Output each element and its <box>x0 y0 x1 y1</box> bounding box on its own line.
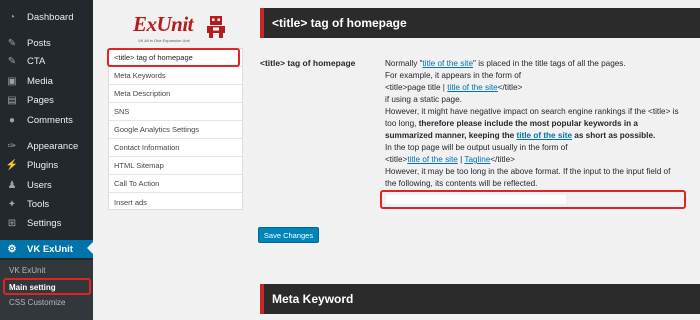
description-line: However, it might have negative impact o… <box>385 107 679 116</box>
sidebar-item-tools[interactable]: ✦ Tools <box>0 195 93 213</box>
pin-icon: ✎ <box>7 37 17 49</box>
description-line: In the top page will be output usually i… <box>385 143 568 152</box>
nav-item-insert-ads[interactable]: Insert ads <box>109 193 242 211</box>
description-line: <title>title of the site | Tagline</titl… <box>385 155 515 164</box>
description-line: <title>page title | title of the site</t… <box>385 83 523 92</box>
description-line: if using a static page. <box>385 95 462 104</box>
exunit-logo: ExUnit VK All in One Expansion Unit <box>133 12 229 46</box>
submenu-item-vk-exunit[interactable]: VK ExUnit <box>9 266 45 275</box>
section-header-title-tag: <title> tag of homepage <box>260 8 700 38</box>
brush-icon: ✑ <box>7 140 17 152</box>
media-icon: ▣ <box>7 75 17 87</box>
nav-item-contact-information[interactable]: Contact Information <box>109 139 242 157</box>
nav-item-meta-keywords[interactable]: Meta Keywords <box>109 67 242 85</box>
nav-item-sns[interactable]: SNS <box>109 103 242 121</box>
site-title-link[interactable]: title of the site <box>422 59 473 68</box>
site-title-link[interactable]: title of the site <box>407 155 458 164</box>
nav-item-google-analytics[interactable]: Google Analytics Settings <box>109 121 242 139</box>
sidebar-item-appearance[interactable]: ✑ Appearance <box>0 137 93 155</box>
settings-icon: ⊞ <box>7 217 17 229</box>
submenu-item-css-customize[interactable]: CSS Customize <box>9 298 65 307</box>
sidebar-item-comments[interactable]: ● Comments <box>0 111 93 129</box>
sidebar-item-cta[interactable]: ✎ CTA <box>0 52 93 70</box>
sidebar-item-settings[interactable]: ⊞ Settings <box>0 214 93 232</box>
field-label-title-tag: <title> tag of homepage <box>260 58 356 68</box>
admin-sidebar: ◔ Dashboard ✎ Posts ✎ CTA ▣ Media ▤ Pages ● Co… <box>0 0 93 320</box>
site-title-link[interactable]: title of the site <box>447 83 498 92</box>
title-tag-input[interactable] <box>385 194 567 205</box>
robot-icon <box>207 16 225 38</box>
description-line: the following, its contents will be refl… <box>385 179 538 188</box>
nav-item-title-tag[interactable]: <title> tag of homepage <box>109 49 242 67</box>
description-line: However, it may be too long in the above… <box>385 167 671 176</box>
sidebar-item-vk-exunit[interactable]: ⚙ VK ExUnit <box>0 240 93 258</box>
gear-icon: ⚙ <box>7 243 17 255</box>
nav-item-meta-description[interactable]: Meta Description <box>109 85 242 103</box>
pages-icon: ▤ <box>7 94 17 106</box>
comment-icon: ● <box>8 114 16 126</box>
users-icon: ♟ <box>7 179 17 191</box>
sidebar-submenu: VK ExUnit Main setting CSS Customize <box>0 260 93 320</box>
sidebar-item-media[interactable]: ▣ Media <box>0 72 93 90</box>
description-line: summarized manner, keeping the title of … <box>385 131 656 140</box>
description-line: Normally "title of the site" is placed i… <box>385 59 626 68</box>
description-line: too long, therefore please include the m… <box>385 119 638 128</box>
wrench-icon: ✦ <box>7 198 17 210</box>
sidebar-item-users[interactable]: ♟ Users <box>0 176 93 194</box>
submenu-item-main-setting[interactable]: Main setting <box>9 283 56 292</box>
plugin-icon: ⚡ <box>5 159 19 171</box>
sidebar-item-dashboard[interactable]: ◔ Dashboard <box>0 8 93 26</box>
site-title-link[interactable]: title of the site <box>517 131 573 140</box>
nav-item-call-to-action[interactable]: Call To Action <box>109 175 242 193</box>
sidebar-item-posts[interactable]: ✎ Posts <box>0 34 93 52</box>
sidebar-item-pages[interactable]: ▤ Pages <box>0 91 93 109</box>
section-header-meta-keyword: Meta Keyword <box>260 284 700 314</box>
dashboard-icon: ◔ <box>8 11 16 23</box>
pin-icon: ✎ <box>7 55 17 67</box>
description-line: For example, it appears in the form of <box>385 71 522 80</box>
save-changes-button[interactable]: Save Changes <box>258 227 319 243</box>
tagline-link[interactable]: Tagline <box>464 155 490 164</box>
nav-item-html-sitemap[interactable]: HTML Sitemap <box>109 157 242 175</box>
settings-nav: <title> tag of homepage Meta Keywords Me… <box>108 48 243 210</box>
active-menu-arrow <box>87 242 93 254</box>
sidebar-item-plugins[interactable]: ⚡ Plugins <box>0 156 93 174</box>
